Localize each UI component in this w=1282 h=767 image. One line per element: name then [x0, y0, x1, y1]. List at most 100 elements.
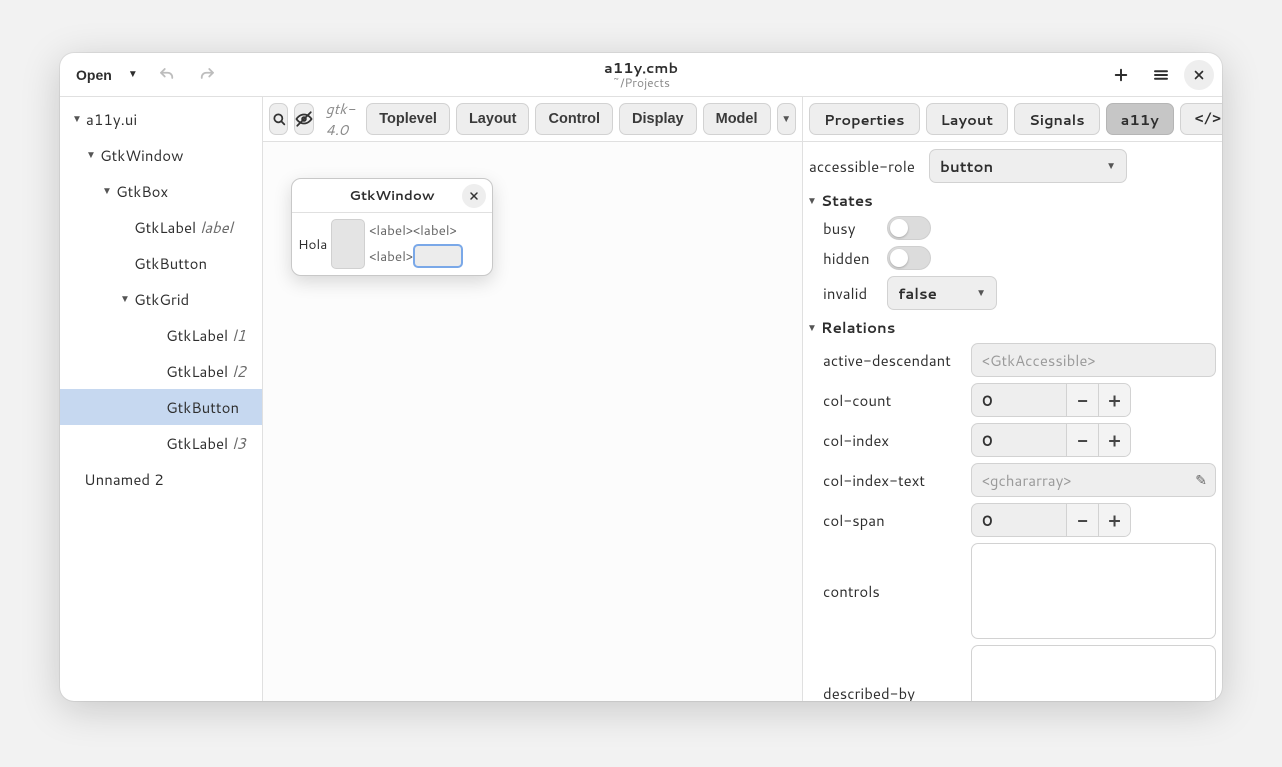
prop-label-busy: busy	[823, 218, 879, 239]
preview-grid-label: <label>	[369, 221, 413, 240]
tree-item-id: l3	[232, 433, 246, 454]
canvas-panel: gtk-4.0 ToplevelLayoutControlDisplayMode…	[262, 97, 802, 701]
prop-label-accessible-role: accessible-role	[809, 156, 921, 177]
tree-item-label: GtkLabel	[134, 217, 196, 238]
col-span-spin[interactable]: 0 − +	[971, 503, 1131, 537]
tab-properties[interactable]: Properties	[809, 103, 920, 135]
busy-switch[interactable]	[887, 216, 931, 240]
described-by-list[interactable]	[971, 645, 1216, 701]
app-window: Open ▼ a11y.cmb ~/Projects ▼ a11y	[60, 53, 1222, 701]
prop-label-col-index-text: col-index-text	[823, 470, 963, 491]
close-icon	[1192, 68, 1206, 82]
tree-row[interactable]: GtkButton	[60, 245, 262, 281]
hamburger-icon	[1152, 66, 1170, 84]
open-button[interactable]: Open	[68, 60, 122, 90]
undo-icon	[158, 66, 176, 84]
preview-grid-label: <label>	[413, 221, 457, 240]
tree-item-label: GtkButton	[134, 253, 207, 274]
preview-button-placeholder[interactable]	[331, 219, 365, 269]
controls-list[interactable]	[971, 543, 1216, 639]
object-tree-panel: ▼a11y.ui▼GtkWindow▼GtkBoxGtkLabellabelGt…	[60, 97, 262, 701]
inspector-tabs: PropertiesLayoutSignalsa11y</>	[803, 97, 1222, 142]
col-count-spin[interactable]: 0 − +	[971, 383, 1131, 417]
object-tree[interactable]: ▼a11y.ui▼GtkWindow▼GtkBoxGtkLabellabelGt…	[60, 97, 262, 497]
filter-toplevel-button[interactable]: Toplevel	[366, 103, 450, 135]
decrement-button[interactable]: −	[1066, 424, 1098, 456]
filter-display-button[interactable]: Display	[619, 103, 697, 135]
col-index-spin[interactable]: 0 − +	[971, 423, 1131, 457]
tree-row[interactable]: Unnamed 2	[60, 461, 262, 497]
preview-close-button[interactable]	[462, 184, 486, 208]
inspector-panel: PropertiesLayoutSignalsa11y</> accessibl…	[802, 97, 1222, 701]
open-menu-chevron[interactable]: ▼	[122, 60, 144, 90]
col-index-text-field[interactable]: <gchararray> ✎	[971, 463, 1216, 497]
relations-section-header[interactable]: ▼ Relations	[807, 313, 1218, 340]
filter-layout-button[interactable]: Layout	[456, 103, 530, 135]
prop-label-col-index: col-index	[823, 430, 963, 451]
tree-item-label: GtkLabel	[166, 433, 228, 454]
tree-item-label: GtkLabel	[166, 361, 228, 382]
increment-button[interactable]: +	[1098, 384, 1130, 416]
active-descendant-field[interactable]: <GtkAccessible>	[971, 343, 1216, 377]
add-button[interactable]	[1104, 60, 1138, 90]
accessible-role-combo[interactable]: button ▼	[929, 149, 1127, 183]
design-canvas[interactable]: GtkWindow Hola <label> <label>	[263, 142, 802, 701]
states-section-header[interactable]: ▼ States	[807, 186, 1218, 213]
tree-row[interactable]: GtkLabellabel	[60, 209, 262, 245]
increment-button[interactable]: +	[1098, 424, 1130, 456]
tab-codecodecode[interactable]: </>	[1180, 103, 1222, 135]
tree-row[interactable]: ▼GtkWindow	[60, 137, 262, 173]
tree-row[interactable]: ▼GtkBox	[60, 173, 262, 209]
tree-row[interactable]: GtkLabell2	[60, 353, 262, 389]
tree-item-label: GtkBox	[116, 181, 168, 202]
inspector-body: accessible-role button ▼ ▼ States busy	[803, 142, 1222, 701]
tree-row[interactable]: GtkButton	[60, 389, 262, 425]
search-icon	[271, 111, 287, 127]
invalid-combo[interactable]: false ▼	[887, 276, 997, 310]
tree-row[interactable]: GtkLabell1	[60, 317, 262, 353]
tab-layout[interactable]: Layout	[926, 103, 1008, 135]
gtk-version-label: gtk-4.0	[320, 103, 360, 135]
tree-row[interactable]: ▼a11y.ui	[60, 101, 262, 137]
expander-icon[interactable]: ▼	[70, 112, 84, 126]
edit-icon: ✎	[1195, 470, 1207, 490]
expander-icon[interactable]: ▼	[100, 184, 114, 198]
tree-row[interactable]: GtkLabell3	[60, 425, 262, 461]
undo-button[interactable]	[150, 60, 184, 90]
redo-button[interactable]	[190, 60, 224, 90]
decrement-button[interactable]: −	[1066, 384, 1098, 416]
close-icon	[468, 190, 480, 202]
hamburger-menu-button[interactable]	[1144, 60, 1178, 90]
tab-a11y[interactable]: a11y	[1106, 103, 1174, 135]
tree-item-label: GtkGrid	[134, 289, 189, 310]
eye-off-icon	[295, 110, 313, 128]
prop-label-controls: controls	[823, 581, 963, 602]
expander-icon[interactable]: ▼	[84, 148, 98, 162]
expander-icon[interactable]: ▼	[118, 292, 132, 306]
headerbar: Open ▼ a11y.cmb ~/Projects	[60, 53, 1222, 97]
search-button[interactable]	[269, 103, 288, 135]
preview-grid-label: <label>	[369, 247, 413, 266]
hidden-switch[interactable]	[887, 246, 931, 270]
tree-row[interactable]: ▼GtkGrid	[60, 281, 262, 317]
preview-window[interactable]: GtkWindow Hola <label> <label>	[291, 178, 493, 276]
expander-icon: ▼	[807, 194, 817, 208]
filter-control-button[interactable]: Control	[535, 103, 613, 135]
chevron-down-icon: ▼	[128, 69, 138, 80]
visibility-toggle-button[interactable]	[294, 103, 314, 135]
filter-more-button[interactable]: ▼	[777, 103, 796, 135]
body: ▼a11y.ui▼GtkWindow▼GtkBoxGtkLabellabelGt…	[60, 97, 1222, 701]
prop-label-described-by: described-by	[823, 683, 963, 702]
open-split-button: Open ▼	[68, 60, 144, 90]
filter-model-button[interactable]: Model	[703, 103, 771, 135]
preview-selected-button[interactable]	[413, 244, 463, 268]
tab-signals[interactable]: Signals	[1014, 103, 1100, 135]
decrement-button[interactable]: −	[1066, 504, 1098, 536]
tree-item-label: Unnamed 2	[84, 469, 164, 490]
prop-label-col-count: col-count	[823, 390, 963, 411]
preview-label-hola: Hola	[292, 213, 331, 275]
close-window-button[interactable]	[1184, 60, 1214, 90]
preview-title: GtkWindow	[349, 186, 434, 205]
increment-button[interactable]: +	[1098, 504, 1130, 536]
chevron-down-icon: ▼	[781, 114, 791, 125]
